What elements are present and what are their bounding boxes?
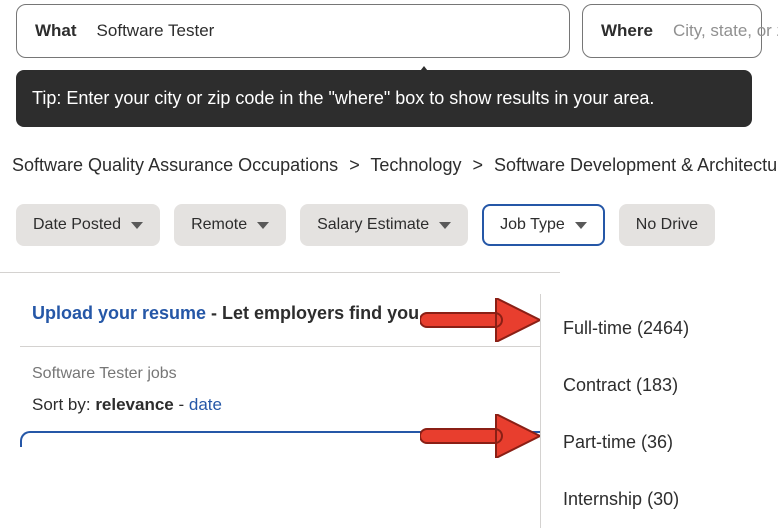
chevron-down-icon — [439, 222, 451, 229]
search-where-box[interactable]: Where — [582, 4, 762, 58]
chevron-down-icon — [257, 222, 269, 229]
option-count: 2464 — [643, 318, 683, 338]
filter-salary-estimate[interactable]: Salary Estimate — [300, 204, 468, 246]
job-type-option-full-time[interactable]: Full-time (2464) — [541, 300, 778, 357]
breadcrumb-item[interactable]: Software Quality Assurance Occupations — [12, 155, 338, 175]
filter-label: Salary Estimate — [317, 216, 429, 234]
filter-label: No Drive — [636, 216, 698, 234]
chevron-down-icon — [131, 222, 143, 229]
job-type-option-internship[interactable]: Internship (30) — [541, 471, 778, 528]
filter-remote[interactable]: Remote — [174, 204, 286, 246]
upload-resume-suffix: - Let employers find you — [206, 303, 419, 323]
breadcrumb-sep: > — [472, 155, 483, 175]
sort-date[interactable]: date — [189, 395, 222, 414]
search-what-label: What — [35, 21, 77, 41]
job-card-top-edge — [20, 431, 560, 447]
sort-prefix: Sort by: — [32, 395, 95, 414]
option-label: Internship — [563, 489, 642, 509]
job-type-option-part-time[interactable]: Part-time (36) — [541, 414, 778, 471]
sort-row: Sort by: relevance - date — [20, 389, 560, 427]
chevron-down-icon — [575, 222, 587, 229]
sort-sep: - — [174, 395, 189, 414]
breadcrumb: Software Quality Assurance Occupations >… — [0, 155, 778, 176]
filter-no-drive[interactable]: No Drive — [619, 204, 715, 246]
option-label: Full-time — [563, 318, 632, 338]
jobs-title: Software Tester jobs — [20, 347, 560, 389]
search-what-box[interactable]: What — [16, 4, 570, 58]
filter-label: Date Posted — [33, 216, 121, 234]
job-type-option-contract[interactable]: Contract (183) — [541, 357, 778, 414]
option-count: 36 — [647, 432, 667, 452]
breadcrumb-item[interactable]: Software Development & Architecture — [494, 155, 778, 175]
filter-date-posted[interactable]: Date Posted — [16, 204, 160, 246]
job-type-dropdown: Full-time (2464) Contract (183) Part-tim… — [540, 294, 778, 528]
filter-job-type[interactable]: Job Type — [482, 204, 605, 246]
option-label: Contract — [563, 375, 631, 395]
search-where-label: Where — [601, 21, 653, 41]
search-what-input[interactable] — [97, 21, 551, 41]
option-count: 30 — [653, 489, 673, 509]
breadcrumb-sep: > — [349, 155, 360, 175]
sort-relevance[interactable]: relevance — [95, 395, 173, 414]
upload-resume-row: Upload your resume - Let employers find … — [20, 273, 560, 347]
search-where-input[interactable] — [673, 21, 778, 41]
option-count: 183 — [642, 375, 672, 395]
tooltip: Tip: Enter your city or zip code in the … — [16, 70, 752, 127]
option-label: Part-time — [563, 432, 636, 452]
filter-label: Remote — [191, 216, 247, 234]
upload-resume-link[interactable]: Upload your resume — [32, 303, 206, 323]
tooltip-arrow-icon — [410, 66, 438, 84]
filter-label: Job Type — [500, 216, 565, 234]
breadcrumb-item[interactable]: Technology — [370, 155, 461, 175]
